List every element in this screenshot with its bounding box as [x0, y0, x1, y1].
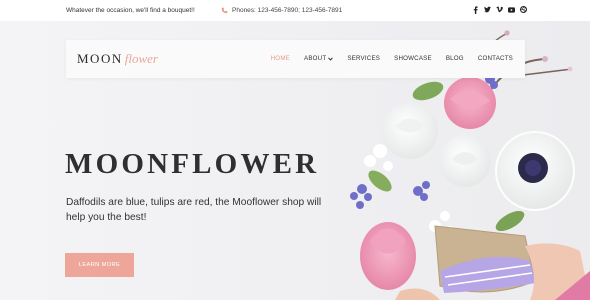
phone-numbers: Phones: 123-456-7890; 123-456-7891: [232, 7, 343, 14]
hero-subtitle: Daffodils are blue, tulips are red, the …: [66, 197, 322, 223]
site-logo[interactable]: MOON flower: [77, 51, 158, 67]
youtube-icon[interactable]: [508, 5, 515, 14]
tagline: Whatever the occasion, we'll find a bouq…: [66, 7, 195, 14]
phone-icon: [221, 7, 228, 14]
nav-menu: HOME ABOUT SERVICES SHOWCASE BLOG CONTAC…: [271, 55, 513, 62]
nav-item-blog[interactable]: BLOG: [446, 55, 464, 62]
vimeo-icon[interactable]: [496, 5, 503, 14]
hero-title: MOONFLOWER: [65, 148, 320, 180]
learn-more-button[interactable]: LEARN MORE: [65, 253, 134, 277]
logo-text-moon: MOON: [77, 51, 123, 66]
nav-item-about-label: ABOUT: [304, 55, 327, 62]
twitter-icon[interactable]: [484, 5, 491, 14]
phone-info: Phones: 123-456-7890; 123-456-7891: [221, 7, 342, 14]
logo-text-flower: flower: [124, 51, 158, 66]
social-links: [472, 5, 527, 14]
dribbble-icon[interactable]: [520, 5, 527, 14]
nav-item-home[interactable]: HOME: [271, 55, 290, 62]
chevron-down-icon: [328, 56, 334, 61]
main-navbar: MOON flower HOME ABOUT SERVICES SHOWCASE…: [66, 40, 525, 78]
facebook-icon[interactable]: [472, 5, 479, 14]
nav-item-contacts[interactable]: CONTACTS: [478, 55, 513, 62]
top-bar: Whatever the occasion, we'll find a bouq…: [0, 0, 590, 21]
nav-item-services[interactable]: SERVICES: [347, 55, 380, 62]
nav-item-about[interactable]: ABOUT: [304, 55, 334, 62]
nav-item-showcase[interactable]: SHOWCASE: [394, 55, 432, 62]
